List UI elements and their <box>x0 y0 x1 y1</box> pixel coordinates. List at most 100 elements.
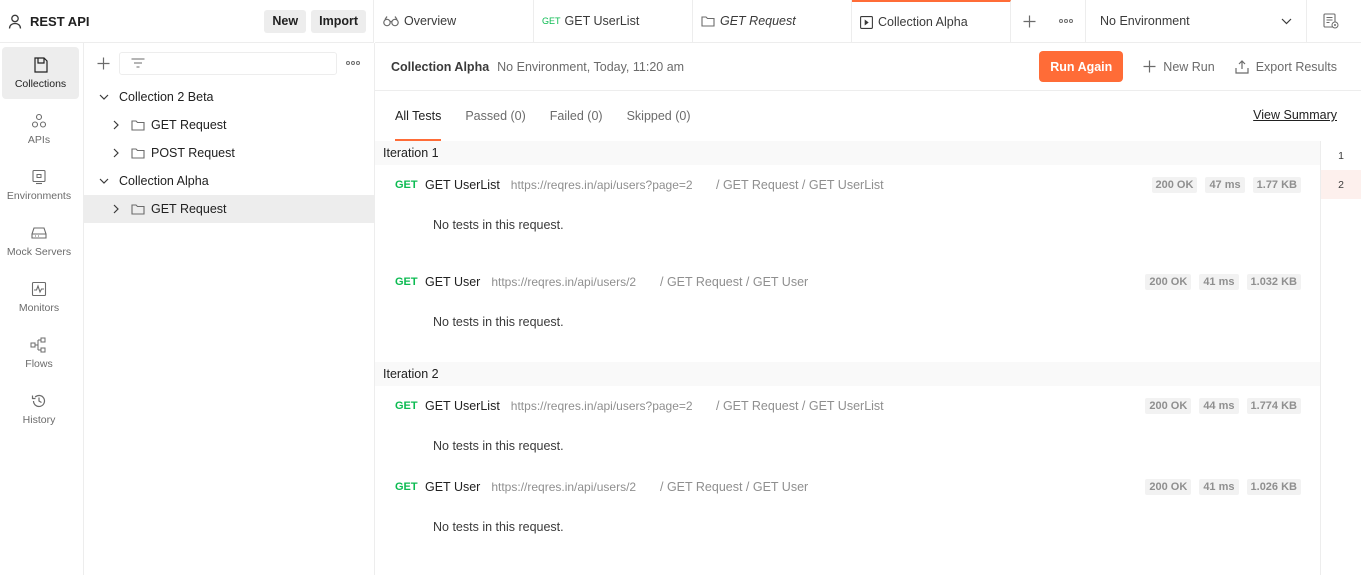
rail-item-collections[interactable]: Collections <box>2 47 79 99</box>
tab-options-button[interactable] <box>1047 0 1085 42</box>
sidebar-rail: Collections APIs Environments Mock Serve… <box>0 43 84 575</box>
request-stats: 200 OK 44 ms 1.774 KB <box>1137 398 1301 414</box>
tree-collection-alpha[interactable]: Collection Alpha <box>84 167 374 195</box>
request-url: https://reqres.in/api/users/2 <box>491 480 637 494</box>
workspace-name[interactable]: REST API <box>30 14 259 29</box>
request-path: / GET Request / GET User <box>660 480 809 494</box>
folder-icon <box>131 203 145 215</box>
tab-collection-alpha[interactable]: Collection Alpha <box>852 0 1011 42</box>
run-title: Collection Alpha <box>391 59 490 74</box>
collections-panel: Collection 2 Beta GET Request POST Reque… <box>84 43 375 575</box>
tree-folder-get-request-selected[interactable]: GET Request <box>84 195 374 223</box>
collections-icon <box>33 56 49 73</box>
rail-item-monitors[interactable]: Monitors <box>0 271 78 323</box>
tab-get-userlist[interactable]: GET GET UserList <box>534 0 693 42</box>
new-run-button[interactable]: New Run <box>1143 60 1215 74</box>
monitors-icon <box>31 281 47 297</box>
tab-skipped[interactable]: Skipped (0) <box>627 91 691 141</box>
chevron-down-icon[interactable] <box>97 94 111 100</box>
workspace-header: REST API New Import <box>0 0 374 43</box>
iteration-marker-2[interactable]: 2 <box>1321 170 1361 199</box>
tab-label: Overview <box>404 14 457 28</box>
no-tests-message: No tests in this request. <box>433 520 564 534</box>
request-url: https://reqres.in/api/users?page=2 <box>510 399 693 413</box>
tab-label: GET UserList <box>564 14 640 28</box>
apis-icon <box>31 113 47 129</box>
request-method: GET <box>395 276 418 288</box>
chevron-down-icon[interactable] <box>97 178 111 184</box>
environment-quick-look-icon[interactable] <box>1307 0 1355 42</box>
iteration-header: Iteration 2 <box>375 362 1320 386</box>
chevron-right-icon[interactable] <box>109 204 123 214</box>
request-row[interactable]: GET GET UserList https://reqres.in/api/u… <box>375 165 1320 205</box>
chevron-down-icon <box>1281 18 1292 25</box>
iteration-header: Iteration 1 <box>375 141 1320 165</box>
tree-folder-post-request[interactable]: POST Request <box>84 139 374 167</box>
size-badge: 1.032 KB <box>1246 274 1301 290</box>
time-badge: 41 ms <box>1199 479 1239 495</box>
environment-label: No Environment <box>1100 14 1190 28</box>
rail-label: Collections <box>14 77 67 90</box>
request-path: / GET Request / GET UserList <box>716 399 884 413</box>
rail-item-environments[interactable]: Environments <box>0 159 78 211</box>
new-button[interactable]: New <box>264 9 307 33</box>
chevron-right-icon[interactable] <box>109 148 123 158</box>
tab-passed[interactable]: Passed (0) <box>465 91 525 141</box>
request-stats: 200 OK 41 ms 1.026 KB <box>1137 479 1301 495</box>
request-stats: 200 OK 41 ms 1.032 KB <box>1137 274 1301 290</box>
rail-item-mock-servers[interactable]: Mock Servers <box>0 215 78 267</box>
iteration-navigator: 1 2 <box>1320 141 1361 575</box>
rail-item-history[interactable]: History <box>0 383 78 435</box>
time-badge: 44 ms <box>1199 398 1239 414</box>
tab-failed[interactable]: Failed (0) <box>550 91 603 141</box>
add-collection-button[interactable] <box>97 57 110 70</box>
status-badge: 200 OK <box>1145 274 1192 290</box>
run-subtitle: No Environment, Today, 11:20 am <box>497 59 685 74</box>
tree-item-label: Collection 2 Beta <box>119 90 214 104</box>
tree-toolbar <box>84 43 374 83</box>
request-path: / GET Request / GET UserList <box>716 178 884 192</box>
export-label: Export Results <box>1255 59 1337 74</box>
size-badge: 1.774 KB <box>1246 398 1301 414</box>
tree-folder-get-request[interactable]: GET Request <box>84 111 374 139</box>
status-badge: 200 OK <box>1145 398 1192 414</box>
result-filter-tabs: All Tests Passed (0) Failed (0) Skipped … <box>375 91 1361 141</box>
tab-all-tests[interactable]: All Tests <box>395 91 442 141</box>
tab-label: GET Request <box>720 14 796 28</box>
tree-options-button[interactable] <box>346 61 360 65</box>
environment-selector[interactable]: No Environment <box>1085 0 1307 42</box>
import-button[interactable]: Import <box>311 9 366 33</box>
request-name: GET User <box>425 480 481 494</box>
runner-icon <box>860 15 873 29</box>
overview-icon <box>383 15 399 27</box>
export-icon <box>1235 59 1256 74</box>
chevron-right-icon[interactable] <box>109 120 123 130</box>
tree-item-label: POST Request <box>151 146 235 160</box>
rail-item-flows[interactable]: Flows <box>0 327 78 379</box>
tab-get-request[interactable]: GET Request <box>693 0 852 42</box>
request-row[interactable]: GET GET User https://reqres.in/api/users… <box>375 467 1320 507</box>
request-path: / GET Request / GET User <box>660 275 809 289</box>
export-results-button[interactable]: Export Results <box>1235 60 1337 74</box>
filter-input[interactable] <box>119 51 337 75</box>
run-again-button[interactable]: Run Again <box>1039 51 1124 82</box>
iteration-marker-1[interactable]: 1 <box>1321 141 1361 170</box>
rail-item-apis[interactable]: APIs <box>0 103 78 155</box>
tab-method: GET <box>542 16 561 26</box>
run-header: Collection Alpha No Environment, Today, … <box>375 43 1361 91</box>
request-row[interactable]: GET GET User https://reqres.in/api/users… <box>375 262 1320 302</box>
tab-overview[interactable]: Overview <box>375 0 534 42</box>
view-summary-link[interactable]: View Summary <box>1253 108 1337 122</box>
size-badge: 1.77 KB <box>1252 177 1301 193</box>
folder-icon <box>131 147 145 159</box>
tree-collection-2-beta[interactable]: Collection 2 Beta <box>84 83 374 111</box>
request-method: GET <box>395 481 418 493</box>
new-tab-button[interactable] <box>1011 0 1047 42</box>
tree-item-label: GET Request <box>151 118 227 132</box>
request-method: GET <box>395 400 418 412</box>
rail-label: Flows <box>25 357 53 370</box>
tree-item-label: Collection Alpha <box>119 174 209 188</box>
rail-label: Mock Servers <box>6 245 72 258</box>
request-row[interactable]: GET GET UserList https://reqres.in/api/u… <box>375 386 1320 426</box>
user-icon <box>8 14 22 29</box>
